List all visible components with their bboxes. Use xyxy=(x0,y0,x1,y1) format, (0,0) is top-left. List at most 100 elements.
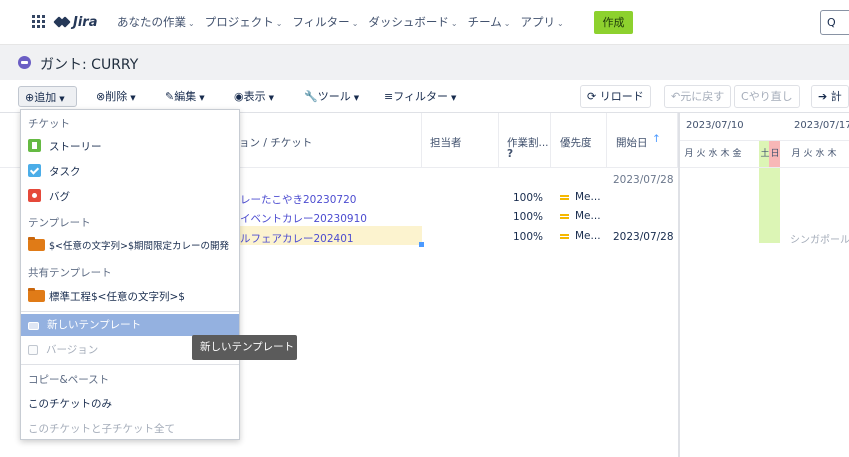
priority-medium-icon xyxy=(560,234,569,236)
folder-icon xyxy=(28,288,45,302)
weekend-column xyxy=(769,167,780,243)
column-assignee[interactable]: 担当者 xyxy=(422,113,499,167)
plan-button[interactable]: ➔ 計 xyxy=(811,85,849,108)
nav-projects[interactable]: プロジェクト ⌄ xyxy=(205,14,283,30)
chevron-down-icon: ⌄ xyxy=(556,19,564,28)
chevron-down-icon: ⌄ xyxy=(351,19,359,28)
day-label: 木 xyxy=(720,149,730,159)
nav-filters[interactable]: フィルター ⌄ xyxy=(292,14,358,30)
week-label: 2023/07/17 xyxy=(794,120,849,131)
week-label: 2023/07/10 xyxy=(686,120,744,131)
bug-icon xyxy=(28,189,41,202)
day-label: 木 xyxy=(827,149,837,159)
x-circle-icon: ⊗ xyxy=(96,90,106,103)
chevron-down-icon: ⌄ xyxy=(188,19,195,28)
gantt-timeline: 2023/07/10 2023/07/17 月 火 水 木 金 土 日 月 火 … xyxy=(678,113,849,457)
menu-divider xyxy=(21,364,239,365)
version-icon xyxy=(28,345,38,355)
column-start-date[interactable]: 開始日 ↑ xyxy=(607,113,678,167)
filter-icon: ≡ xyxy=(384,90,394,103)
create-button[interactable]: 作成 xyxy=(594,11,633,34)
day-label: 水 xyxy=(815,149,825,159)
day-label: 金 xyxy=(732,149,742,159)
menu-item-template[interactable]: $<任意の文字列>$期間限定カレーの開発 xyxy=(21,236,239,258)
ticket-link[interactable]: ルフェアカレー202401 xyxy=(240,231,354,246)
filter-button[interactable]: ≡フィルター ▼ xyxy=(384,86,456,107)
nav-your-work[interactable]: あなたの作業 ⌄ xyxy=(117,14,195,30)
menu-item-this-ticket-only[interactable]: このチケットのみ xyxy=(21,393,239,415)
menu-item-new-template[interactable]: 新しいテンプレート xyxy=(21,314,239,336)
priority-value: Me... xyxy=(560,230,601,242)
priority-value: Me... xyxy=(560,191,601,203)
menu-item-bug[interactable]: バグ xyxy=(21,186,239,208)
ticket-link[interactable]: レーたこやき20230720 xyxy=(240,192,356,207)
task-icon xyxy=(28,164,41,177)
caret-down-icon: ▼ xyxy=(268,94,274,102)
search-input[interactable]: Q xyxy=(820,10,849,35)
resize-handle[interactable] xyxy=(419,242,424,247)
wrench-icon: 🔧 xyxy=(304,90,318,103)
ticket-link[interactable]: イベントカレー20230910 xyxy=(240,211,367,226)
app-switcher-icon[interactable] xyxy=(32,15,45,28)
add-button[interactable]: ⊕追加 ▼ xyxy=(18,86,77,107)
day-label: 月 xyxy=(791,149,801,159)
add-dropdown-menu: チケット ストーリー タスク バグ テンプレート $<任意の文字列>$期間限定カ… xyxy=(20,109,240,440)
refresh-icon: ⟳ xyxy=(587,90,597,103)
day-label: 火 xyxy=(696,149,706,159)
nav-menu: あなたの作業 ⌄ プロジェクト ⌄ フィルター ⌄ ダッシュボード ⌄ チーム ⌄ アプリ… xyxy=(117,14,574,30)
help-icon[interactable]: ? xyxy=(507,148,513,160)
folder-icon xyxy=(28,237,45,251)
undo-button[interactable]: ↶元に戻す xyxy=(664,85,732,108)
pencil-icon: ✎ xyxy=(165,90,175,103)
nav-apps[interactable]: アプリ ⌄ xyxy=(520,14,563,30)
priority-medium-icon xyxy=(560,214,569,216)
redo-icon: C xyxy=(741,90,749,103)
top-navigation: Jira あなたの作業 ⌄ プロジェクト ⌄ フィルター ⌄ ダッシュボード ⌄ チーム… xyxy=(0,0,849,45)
folder-open-icon xyxy=(28,322,39,330)
progress-value: 100% xyxy=(513,231,544,243)
day-label: 火 xyxy=(803,149,813,159)
chevron-down-icon: ⌄ xyxy=(275,19,283,28)
edit-button[interactable]: ✎編集 ▼ xyxy=(165,86,205,107)
delete-button[interactable]: ⊗削除 ▼ xyxy=(96,86,136,107)
menu-item-story[interactable]: ストーリー xyxy=(21,136,239,158)
nav-dashboards[interactable]: ダッシュボード ⌄ xyxy=(368,14,457,30)
tools-button[interactable]: 🔧ツール ▼ xyxy=(304,86,359,107)
jira-mark-icon xyxy=(53,15,71,29)
menu-section-template: テンプレート xyxy=(28,217,91,229)
menu-section-shared-template: 共有テンプレート xyxy=(28,267,112,279)
day-label: 月 xyxy=(684,149,694,159)
product-name: Jira xyxy=(73,14,98,30)
plus-circle-icon: ⊕ xyxy=(25,91,35,104)
progress-value: 100% xyxy=(513,192,544,204)
menu-item-shared-template[interactable]: 標準工程$<任意の文字列>$ xyxy=(21,286,239,308)
caret-down-icon: ▼ xyxy=(353,94,360,102)
priority-medium-icon xyxy=(560,195,569,197)
gantt-icon xyxy=(18,56,31,69)
chevron-down-icon: ⌄ xyxy=(503,19,511,28)
redo-button[interactable]: Cやり直し xyxy=(734,85,800,108)
start-date: 2023/07/28 xyxy=(613,231,674,243)
chevron-down-icon: ⌄ xyxy=(450,19,458,28)
view-button[interactable]: ◉表示 ▼ xyxy=(234,86,274,107)
arrow-right-icon: ➔ xyxy=(818,90,828,103)
progress-value: 100% xyxy=(513,211,544,223)
undo-icon: ↶ xyxy=(671,90,681,103)
jira-logo[interactable]: Jira xyxy=(53,12,98,32)
menu-item-ticket-with-children[interactable]: このチケットと子チケット全て xyxy=(21,418,239,440)
page-title: ガント: CURRY xyxy=(40,57,139,73)
gantt-bar-label: シンガポール xyxy=(790,235,849,246)
menu-item-task[interactable]: タスク xyxy=(21,161,239,183)
priority-value: Me... xyxy=(560,210,601,222)
sort-asc-icon: ↑ xyxy=(652,133,661,145)
nav-teams[interactable]: チーム ⌄ xyxy=(468,14,511,30)
tooltip: 新しいテンプレート xyxy=(192,335,297,360)
day-label: 日 xyxy=(770,149,780,159)
menu-section-copy-paste: コピー&ペースト xyxy=(28,374,110,386)
column-priority[interactable]: 優先度 xyxy=(551,113,607,167)
column-progress[interactable]: 作業割... ? xyxy=(499,113,551,167)
eye-icon: ◉ xyxy=(234,90,244,103)
reload-button[interactable]: ⟳ リロード xyxy=(580,85,651,108)
story-icon xyxy=(28,139,41,152)
caret-down-icon: ▼ xyxy=(199,94,205,102)
